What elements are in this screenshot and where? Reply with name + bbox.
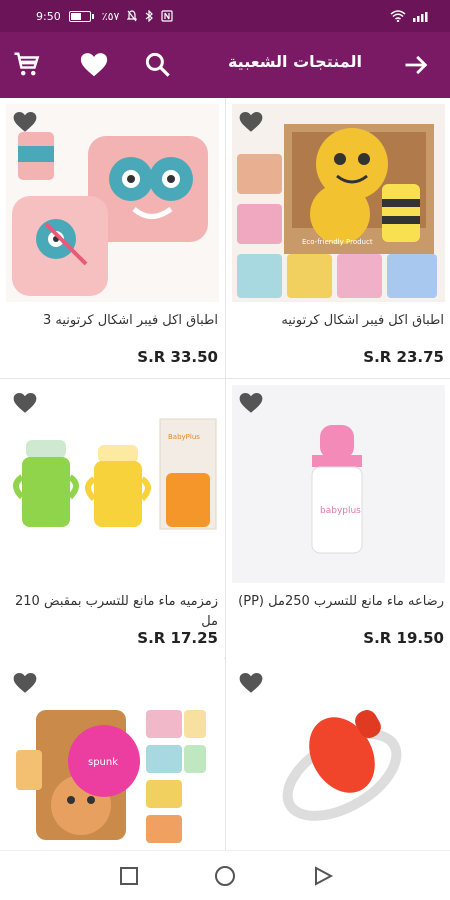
back-button[interactable] xyxy=(402,51,430,79)
box-caption: Eco-friendly Product xyxy=(302,238,373,246)
heart-outline-icon[interactable] xyxy=(238,671,264,695)
product-name: رضاعه ماء مانع للتسرب 250مل (PP) xyxy=(238,594,444,609)
page-title: المنتجات الشعبية xyxy=(227,52,362,71)
product-card[interactable]: اطباق اكل فيبر اشكال كرتونيه 3 S.R 33.50 xyxy=(0,98,224,378)
product-card[interactable]: babyplus رضاعه ماء مانع للتسرب 250مل (PP… xyxy=(226,379,450,659)
heart-outline-icon[interactable] xyxy=(12,110,38,134)
system-nav-bar xyxy=(0,850,450,900)
wifi-icon xyxy=(390,10,406,22)
clock: 9:50 xyxy=(36,9,61,23)
search-button[interactable] xyxy=(143,50,173,80)
product-name: زمزميه ماء مانع للتسرب بمقبض 210 مل xyxy=(14,594,218,629)
product-card[interactable] xyxy=(226,659,450,850)
status-left: 9:50 ٪٥٧ xyxy=(36,9,174,23)
product-card[interactable]: Eco-friendly Product اطباق اكل فيبر اشكا… xyxy=(226,98,450,378)
cart-button[interactable] xyxy=(12,50,42,80)
status-right xyxy=(390,10,432,22)
product-name: اطباق اكل فيبر اشكال كرتونيه xyxy=(281,313,444,328)
product-price: S.R 17.25 xyxy=(137,629,218,647)
status-bar: 9:50 ٪٥٧ xyxy=(0,0,450,32)
heart-outline-icon[interactable] xyxy=(238,110,264,134)
heart-outline-icon[interactable] xyxy=(12,671,38,695)
mute-icon xyxy=(127,10,138,22)
search-icon xyxy=(145,52,170,77)
promo-badge: spunk xyxy=(88,757,118,768)
battery-percent: ٪٥٧ xyxy=(101,9,120,23)
favorites-button[interactable] xyxy=(79,50,109,80)
app-bar: المنتجات الشعبية xyxy=(0,32,450,98)
product-card[interactable]: spunk xyxy=(0,659,224,850)
bottle-brand: babyplus xyxy=(320,506,361,516)
heart-outline-icon[interactable] xyxy=(238,391,264,415)
bluetooth-icon xyxy=(146,10,154,22)
product-grid: Eco-friendly Product اطباق اكل فيبر اشكا… xyxy=(0,98,450,850)
heart-outline-icon[interactable] xyxy=(12,391,38,415)
product-price: S.R 33.50 xyxy=(137,348,218,366)
battery-icon xyxy=(68,10,94,22)
nfc-icon xyxy=(161,10,174,22)
home-button[interactable] xyxy=(213,864,237,888)
cart-icon xyxy=(14,52,40,76)
arrow-right-icon xyxy=(405,55,428,75)
heart-icon xyxy=(80,53,108,77)
product-card[interactable]: BabyPlus زمزميه ماء مانع للتسرب بمقبض 21… xyxy=(0,379,224,659)
product-price: S.R 19.50 xyxy=(363,629,444,647)
recent-apps-button[interactable] xyxy=(117,864,141,888)
signal-icon xyxy=(413,12,428,22)
box-logo: BabyPlus xyxy=(168,433,200,441)
back-nav-button[interactable] xyxy=(311,864,335,888)
product-name: اطباق اكل فيبر اشكال كرتونيه 3 xyxy=(42,313,218,328)
product-price: S.R 23.75 xyxy=(363,348,444,366)
